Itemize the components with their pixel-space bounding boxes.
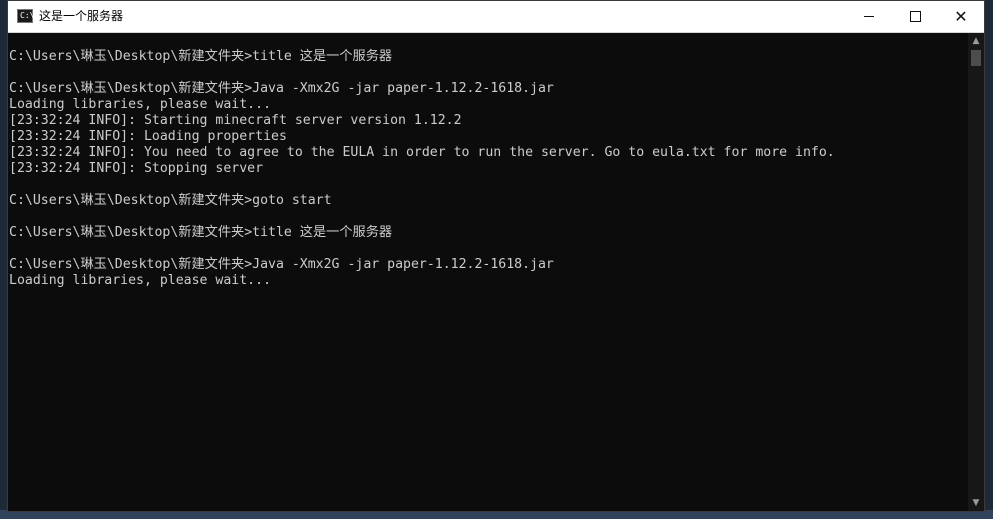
console-line: [23:32:24 INFO]: Starting minecraft serv… [9,113,462,128]
scrollbar-thumb[interactable] [971,50,981,66]
console-line: Loading libraries, please wait... [9,97,272,112]
scroll-down-arrow-icon[interactable]: ▼ [968,495,984,511]
close-button[interactable]: ✕ [938,1,984,32]
console-line: [23:32:24 INFO]: Stopping server [9,161,264,176]
console-output[interactable]: C:\Users\琳玉\Desktop\新建文件夹>title 这是一个服务器 … [9,33,967,511]
console-line: C:\Users\琳玉\Desktop\新建文件夹>Java -Xmx2G -j… [9,257,554,272]
maximize-button[interactable] [892,1,938,32]
minimize-icon [864,16,874,17]
desktop-background-right [985,0,993,519]
console-line: C:\Users\琳玉\Desktop\新建文件夹>title 这是一个服务器 [9,225,393,240]
console-line: C:\Users\琳玉\Desktop\新建文件夹>Java -Xmx2G -j… [9,81,554,96]
minimize-button[interactable] [846,1,892,32]
maximize-icon [909,11,921,22]
cmd-app-icon-glyph: C:\ [20,11,35,20]
console-line: [23:32:24 INFO]: Loading properties [9,129,287,144]
scroll-up-arrow-icon[interactable]: ▲ [968,33,984,49]
titlebar[interactable]: C:\ 这是一个服务器 ✕ [8,1,984,33]
cmd-window: C:\ 这是一个服务器 ✕ C:\Users\琳玉\Desktop\新建文件夹>… [7,0,985,512]
vertical-scrollbar[interactable]: ▲ ▼ [968,33,984,511]
console-line: [23:32:24 INFO]: You need to agree to th… [9,145,835,160]
close-icon: ✕ [954,6,968,26]
window-title: 这是一个服务器 [39,9,124,23]
cmd-app-icon[interactable]: C:\ [17,9,35,23]
console-line: C:\Users\琳玉\Desktop\新建文件夹>goto start [9,193,332,208]
console-line: C:\Users\琳玉\Desktop\新建文件夹>title 这是一个服务器 [9,49,393,64]
console-line: Loading libraries, please wait... [9,273,272,288]
